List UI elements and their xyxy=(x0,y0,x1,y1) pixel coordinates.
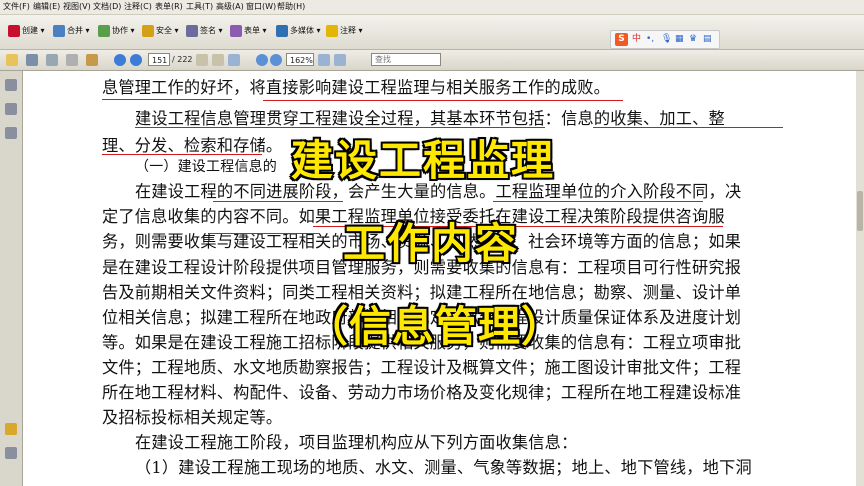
menu-file[interactable]: 文件(F) xyxy=(3,1,30,13)
secure-button[interactable]: 安全 ▾ xyxy=(142,24,179,38)
annotation-underline xyxy=(209,233,319,234)
annotation-underline xyxy=(263,100,623,101)
section-heading: （一）建设工程信息的 xyxy=(135,159,277,175)
menu-advanced[interactable]: 高级(A) xyxy=(216,1,244,13)
comment-label: 注释 xyxy=(340,26,356,35)
lock-icon xyxy=(142,24,154,37)
punctuation-icon[interactable]: •, xyxy=(646,32,654,47)
pen-icon xyxy=(186,24,198,37)
menu-help[interactable]: 帮助(H) xyxy=(277,1,305,13)
text-line: 在建设工程施工阶段，项目监理机构应从下列方面收集信息： xyxy=(135,433,578,452)
sign-button[interactable]: 签名 ▾ xyxy=(186,24,223,38)
secure-label: 安全 xyxy=(156,26,172,35)
menu-tools[interactable]: 工具(T) xyxy=(186,1,213,13)
collaborate-button[interactable]: 协作 ▾ xyxy=(98,24,135,38)
ime-toolbar[interactable]: S 中 •, 🎙 ▦ ♛ ▤ xyxy=(610,30,720,49)
ime-mode[interactable]: 中 xyxy=(632,32,641,47)
zoom-tool-icon[interactable] xyxy=(228,54,240,66)
comments-icon[interactable] xyxy=(5,423,17,435)
create-button[interactable]: 创建 ▾ xyxy=(8,24,45,38)
combine-label: 合并 xyxy=(67,26,83,35)
find-icon[interactable] xyxy=(86,54,98,66)
annotation-underline xyxy=(493,201,703,202)
arrow-down-icon[interactable] xyxy=(130,54,142,66)
email-icon[interactable] xyxy=(66,54,78,66)
fit-page-icon[interactable] xyxy=(318,54,330,66)
combine-icon xyxy=(53,24,65,37)
text-line: 息管理工作的好坏，将直接影响建设工程监理与相关服务工作的成败。 xyxy=(102,78,611,97)
annotation-underline xyxy=(102,154,262,155)
collaborate-label: 协作 xyxy=(112,26,128,35)
hand-tool-icon[interactable] xyxy=(196,54,208,66)
zoom-level-select[interactable]: 162% xyxy=(286,53,314,66)
fit-width-icon[interactable] xyxy=(334,54,346,66)
menu-forms[interactable]: 表单(R) xyxy=(155,1,183,13)
page-number-input[interactable]: 151 xyxy=(148,53,170,66)
multimedia-label: 多媒体 xyxy=(290,26,314,35)
collaborate-icon xyxy=(98,24,110,37)
vertical-scrollbar[interactable] xyxy=(856,71,864,486)
text-line: 及招标投标相关规定等。 xyxy=(102,408,283,427)
scrollbar-thumb[interactable] xyxy=(857,191,863,231)
annotation-underline xyxy=(102,99,232,100)
sogou-logo-icon: S xyxy=(615,33,628,46)
menu-window[interactable]: 窗口(W) xyxy=(246,1,276,13)
zoom-out-icon[interactable] xyxy=(256,54,268,66)
annotation-underline xyxy=(593,127,783,128)
forms-button[interactable]: 表单 ▾ xyxy=(230,24,267,38)
text-line: 文件；工程地质、水文地质勘察报告；工程设计及概算文件；施工图设计审批文件；工程 xyxy=(102,358,742,377)
attachments-icon[interactable] xyxy=(5,127,17,139)
open-folder-icon[interactable] xyxy=(6,54,18,66)
menu-bar: 文件(F) 编辑(E) 视图(V) 文档(D) 注释(C) 表单(R) 工具(T… xyxy=(0,0,864,15)
film-icon xyxy=(276,24,288,37)
select-tool-icon[interactable] xyxy=(212,54,224,66)
combine-button[interactable]: 合并 ▾ xyxy=(53,24,90,38)
overlay-title-line3: （信息管理） xyxy=(304,301,565,353)
menu-document[interactable]: 文档(D) xyxy=(93,1,121,13)
skin-icon[interactable]: ♛ xyxy=(689,32,697,47)
zoom-in-icon[interactable] xyxy=(270,54,282,66)
create-pdf-icon xyxy=(8,24,20,37)
page-total: / 222 xyxy=(172,55,193,64)
menu-comment[interactable]: 注释(C) xyxy=(124,1,152,13)
navigation-toolbar: 151 / 222 162% xyxy=(0,50,864,71)
multimedia-button[interactable]: 多媒体 ▾ xyxy=(276,24,321,38)
navigation-pane xyxy=(0,71,23,486)
menu-view[interactable]: 视图(V) xyxy=(63,1,91,13)
search-input[interactable] xyxy=(371,53,441,66)
text-line: 所在地工程材料、构配件、设备、劳动力市场价格及变化规律；工程所在地工程建设标准 xyxy=(102,383,742,402)
grid-menu-icon[interactable]: ▤ xyxy=(703,32,712,47)
forms-label: 表单 xyxy=(244,26,260,35)
print-icon[interactable] xyxy=(26,54,38,66)
menu-edit[interactable]: 编辑(E) xyxy=(33,1,60,13)
microphone-icon[interactable]: 🎙 xyxy=(661,32,672,47)
main-toolbar: 创建 ▾ 合并 ▾ 协作 ▾ 安全 ▾ 签名 ▾ 表单 ▾ 多媒体 ▾ 注释 ▾ xyxy=(0,15,864,50)
save-icon[interactable] xyxy=(46,54,58,66)
overlay-title-line2: 工作内容 xyxy=(341,218,520,270)
form-icon xyxy=(230,24,242,37)
text-line: （1）建设工程施工现场的地质、水文、测量、气象等数据；地上、地下管线，地下洞 xyxy=(135,458,752,477)
comment-icon xyxy=(326,24,338,37)
arrow-up-icon[interactable] xyxy=(114,54,126,66)
paperclip-icon[interactable] xyxy=(5,447,17,459)
create-label: 创建 xyxy=(22,26,38,35)
keyboard-icon[interactable]: ▦ xyxy=(675,32,684,47)
annotation-underline xyxy=(213,201,343,202)
comment-button[interactable]: 注释 ▾ xyxy=(326,24,363,38)
pages-icon[interactable] xyxy=(5,79,17,91)
sign-label: 签名 xyxy=(200,26,216,35)
overlay-title-line1: 建设工程监理 xyxy=(289,135,556,187)
bookmarks-icon[interactable] xyxy=(5,103,17,115)
